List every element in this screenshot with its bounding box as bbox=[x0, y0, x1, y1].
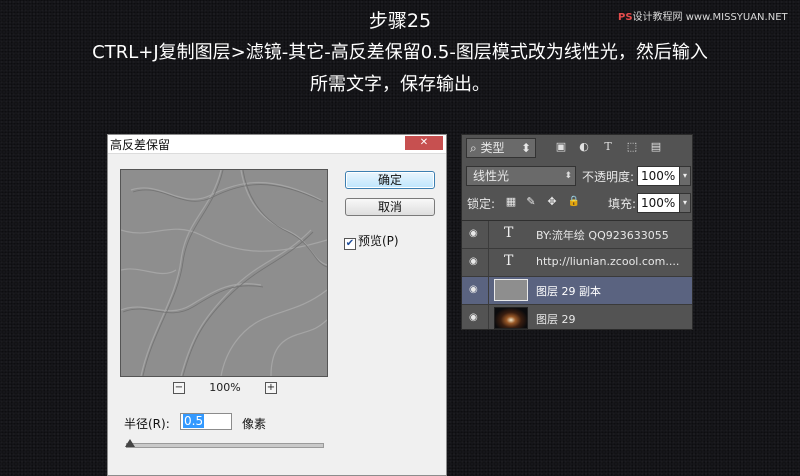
layer-name: BY:流年绘 QQ923633055 bbox=[536, 229, 669, 242]
zoom-controls: − 100% + bbox=[120, 381, 328, 396]
type-layer-icon: T bbox=[504, 225, 514, 241]
layer-name: http://liunian.zcool.com.... bbox=[536, 255, 680, 268]
radius-slider[interactable] bbox=[126, 443, 324, 448]
smart-object-filter-icon[interactable]: ▤ bbox=[649, 140, 663, 154]
filter-arrow-icon: ⬍ bbox=[520, 141, 531, 155]
plus-icon: + bbox=[266, 382, 276, 393]
high-pass-dialog: 高反差保留 ✕ − 100% + 确定 取消 ✔ 预览(P) 半径(R): 0.… bbox=[107, 134, 447, 476]
image-filter-icon[interactable]: ▣ bbox=[554, 140, 568, 154]
layer-row-selected[interactable]: ◉ 图层 29 副本 bbox=[462, 277, 692, 305]
dialog-titlebar: 高反差保留 ✕ bbox=[108, 135, 446, 154]
shape-filter-icon[interactable]: ⬚ bbox=[625, 140, 639, 154]
opacity-label: 不透明度: bbox=[582, 170, 635, 184]
step-description: CTRL+J复制图层>滤镜-其它-高反差保留0.5-图层模式改为线性光，然后输入… bbox=[30, 37, 770, 101]
description-line-1: CTRL+J复制图层>滤镜-其它-高反差保留0.5-图层模式改为线性光，然后输入 bbox=[92, 42, 708, 63]
eye-icon[interactable]: ◉ bbox=[469, 312, 481, 324]
eye-icon[interactable]: ◉ bbox=[469, 228, 481, 240]
layer-name: 图层 29 副本 bbox=[536, 285, 601, 298]
preview-label: 预览(P) bbox=[358, 234, 399, 248]
fill-dropdown-button[interactable]: ▾ bbox=[679, 193, 691, 213]
radius-input[interactable]: 0.5 bbox=[180, 413, 232, 430]
layer-row[interactable]: ◉ 图层 29 bbox=[462, 305, 692, 329]
filter-preview[interactable] bbox=[120, 169, 328, 377]
lock-move-icon[interactable]: ✥ bbox=[545, 195, 559, 209]
lock-pixels-icon[interactable]: ▦ bbox=[504, 195, 518, 209]
step-title: 步骤25 bbox=[368, 10, 432, 32]
zoom-in-button[interactable]: + bbox=[265, 382, 277, 394]
type-filter-icon[interactable]: T bbox=[601, 140, 615, 154]
minus-icon: − bbox=[174, 382, 184, 393]
divider bbox=[488, 277, 489, 304]
preview-texture bbox=[121, 170, 327, 376]
type-layer-icon: T bbox=[504, 253, 514, 269]
close-icon: ✕ bbox=[419, 137, 429, 148]
opacity-dropdown-button[interactable]: ▾ bbox=[679, 166, 691, 186]
radius-slider-thumb[interactable] bbox=[125, 439, 135, 447]
eye-icon[interactable]: ◉ bbox=[469, 256, 481, 268]
layer-thumbnail bbox=[494, 307, 528, 329]
dialog-title: 高反差保留 bbox=[110, 138, 171, 152]
lock-label: 锁定: bbox=[467, 197, 496, 211]
lock-all-icon[interactable]: 🔒 bbox=[567, 195, 581, 209]
preview-checkbox-row[interactable]: ✔ 预览(P) bbox=[344, 232, 399, 250]
close-button[interactable]: ✕ bbox=[405, 136, 443, 150]
divider bbox=[488, 249, 489, 276]
description-line-2: 所需文字，保存输出。 bbox=[310, 74, 490, 95]
layer-row[interactable]: ◉ T http://liunian.zcool.com.... bbox=[462, 249, 692, 277]
lock-brush-icon[interactable]: ✎ bbox=[524, 195, 538, 209]
fill-label: 填充: bbox=[608, 197, 637, 211]
layer-filter-select[interactable]: ⌕ 类型 ⬍ bbox=[466, 138, 536, 158]
radius-unit: 像素 bbox=[242, 417, 267, 431]
layer-name: 图层 29 bbox=[536, 313, 576, 326]
eye-icon[interactable]: ◉ bbox=[469, 284, 481, 296]
cancel-button[interactable]: 取消 bbox=[345, 198, 435, 216]
adjustment-filter-icon[interactable]: ◐ bbox=[577, 140, 591, 154]
zoom-out-button[interactable]: − bbox=[173, 382, 185, 394]
zoom-level: 100% bbox=[209, 381, 241, 394]
layer-list: ◉ T BY:流年绘 QQ923633055 ◉ T http://liunia… bbox=[462, 220, 692, 329]
chevron-down-icon: ▾ bbox=[682, 198, 687, 207]
blend-mode-select[interactable]: 线性光 ⬍ bbox=[466, 166, 576, 186]
preview-checkbox[interactable]: ✔ bbox=[344, 238, 356, 250]
check-icon: ✔ bbox=[345, 238, 355, 249]
divider bbox=[488, 221, 489, 248]
radius-label: 半径(R): bbox=[124, 417, 170, 431]
radius-value: 0.5 bbox=[183, 414, 205, 428]
layer-row[interactable]: ◉ T BY:流年绘 QQ923633055 bbox=[462, 221, 692, 249]
layers-panel: ⌕ 类型 ⬍ ▣ ◐ T ⬚ ▤ 线性光 ⬍ 不透明度: 100% ▾ 锁定: … bbox=[461, 134, 693, 330]
layer-thumbnail bbox=[494, 279, 528, 301]
filter-label: ⌕ 类型 bbox=[470, 141, 505, 155]
divider bbox=[488, 305, 489, 329]
chevron-down-icon: ▾ bbox=[682, 171, 687, 180]
blend-mode-value: 线性光 bbox=[473, 169, 510, 183]
blend-arrow-icon: ⬍ bbox=[564, 171, 572, 181]
ok-button[interactable]: 确定 bbox=[345, 171, 435, 189]
